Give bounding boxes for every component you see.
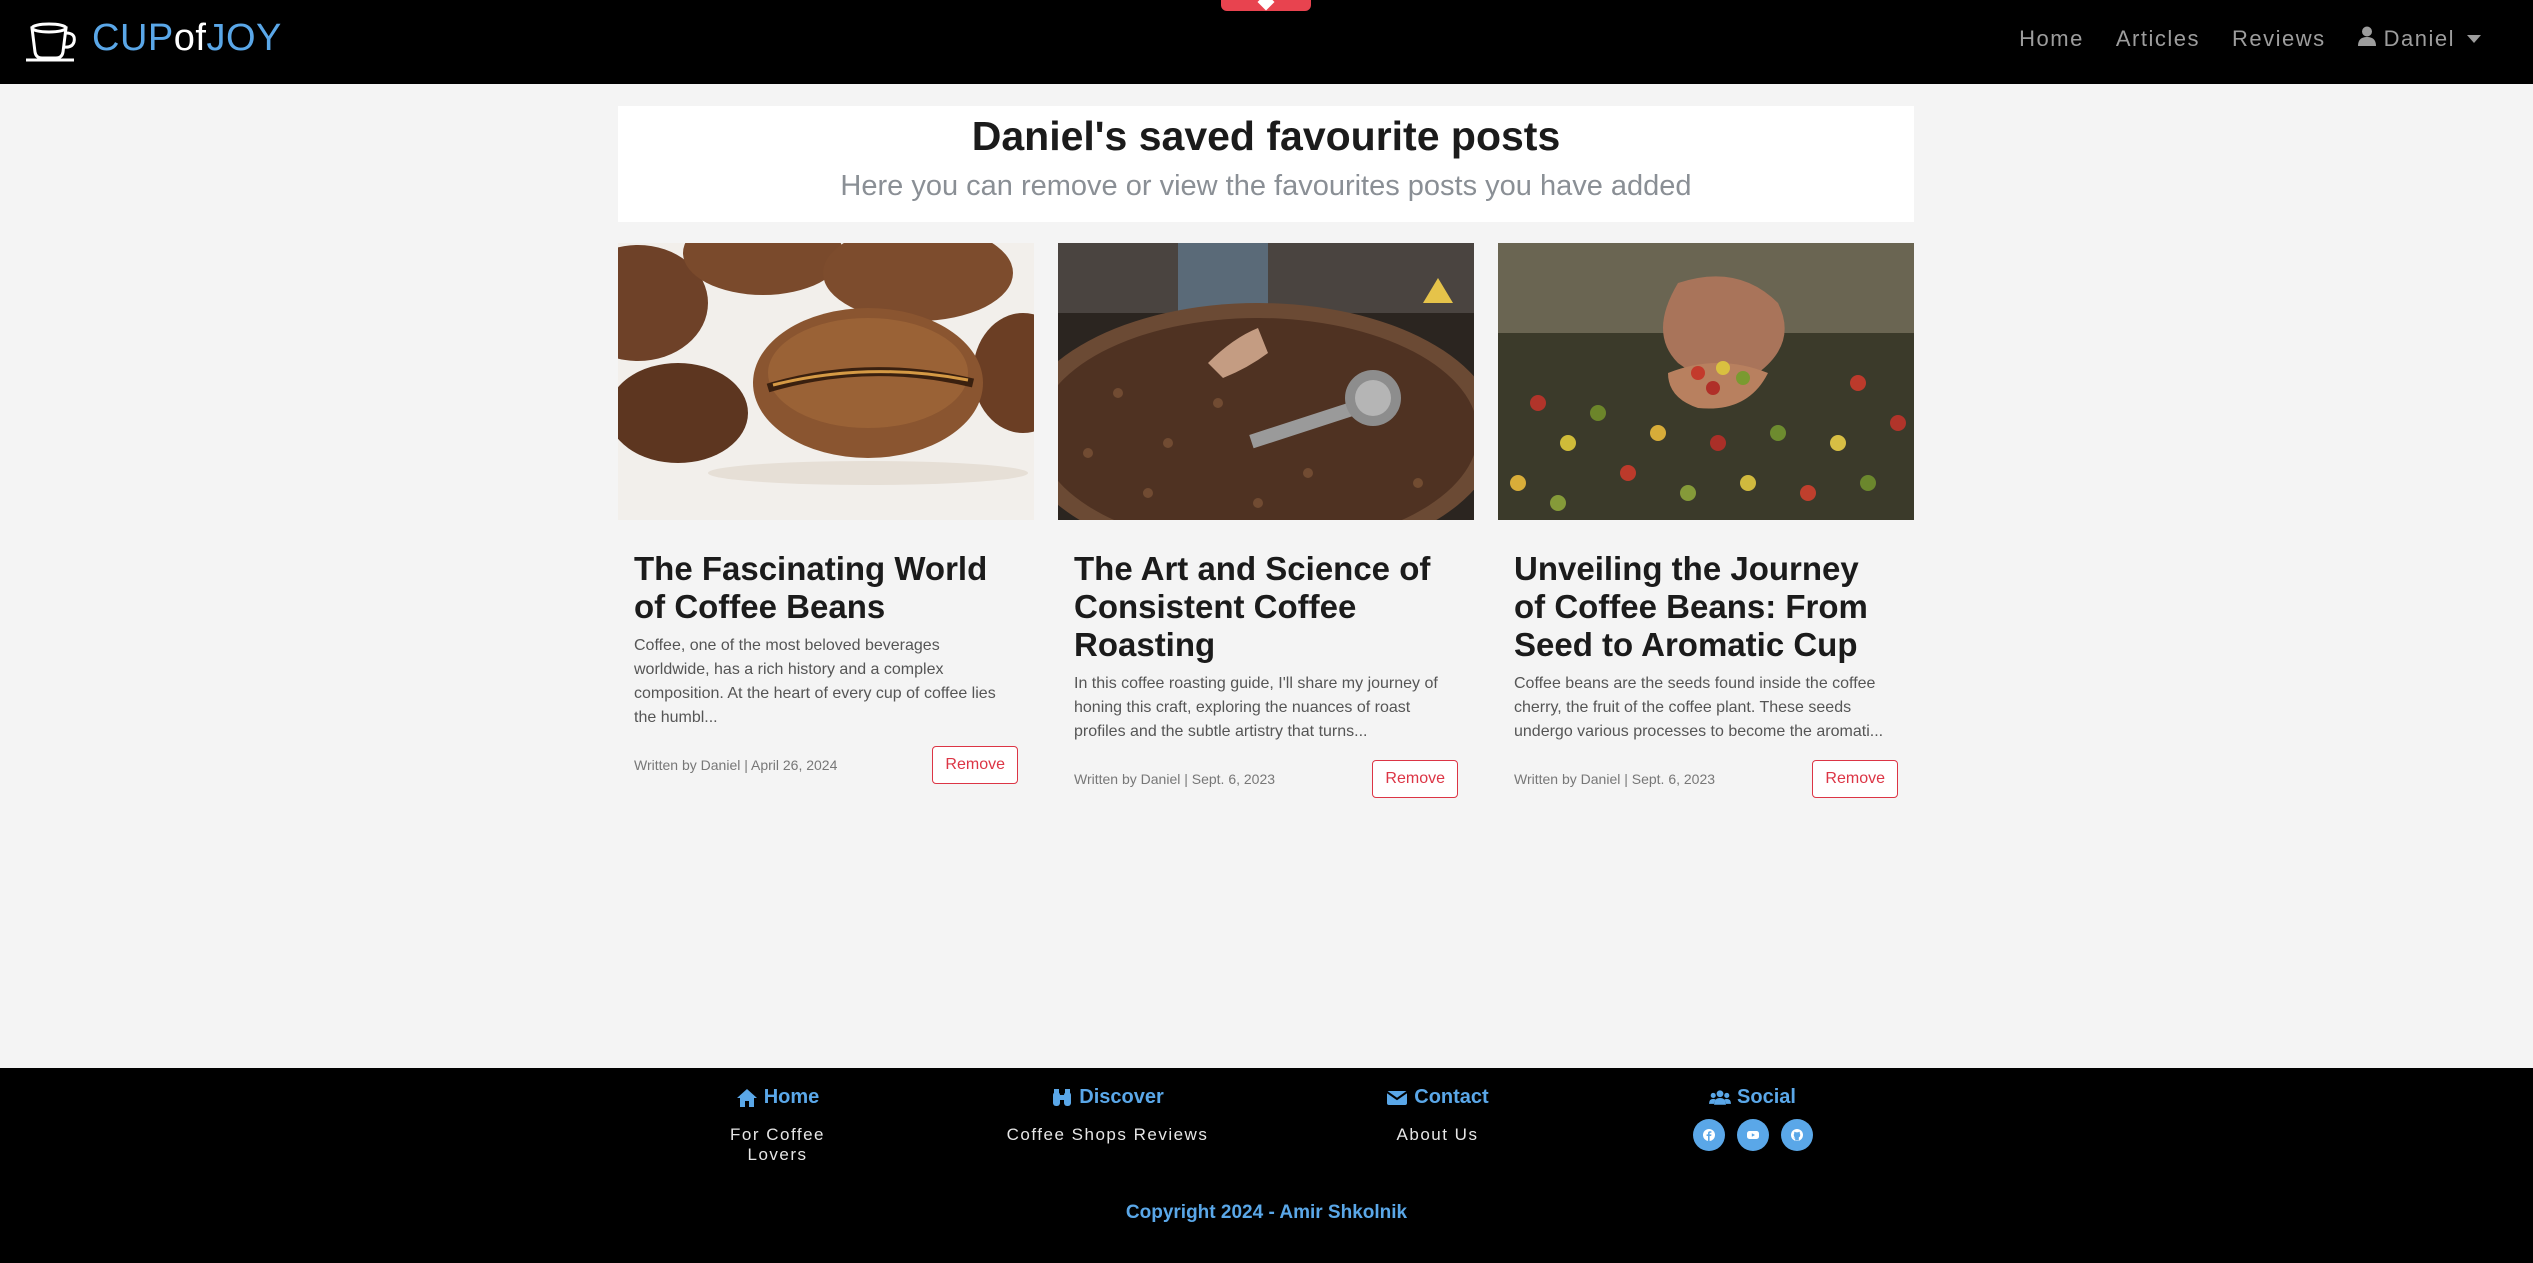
footer: Home For Coffee Lovers Discover Coffee S…	[0, 1068, 2533, 1263]
post-card: The Art and Science of Consistent Coffee…	[1058, 243, 1474, 803]
post-title[interactable]: The Art and Science of Consistent Coffee…	[1074, 550, 1458, 664]
page-header: Daniel's saved favourite posts Here you …	[618, 106, 1914, 222]
user-name: Daniel	[2383, 26, 2455, 51]
post-meta: Written by Daniel | Sept. 6, 2023	[1514, 771, 1716, 787]
post-excerpt: In this coffee roasting guide, I'll shar…	[1074, 675, 1438, 740]
footer-col-discover: Discover Coffee Shops Reviews	[1000, 1086, 1215, 1145]
card-body: The Fascinating World of Coffee Beans Co…	[618, 550, 1034, 784]
footer-discover-heading[interactable]: Discover	[1000, 1086, 1215, 1109]
brand-logo[interactable]: CUPofJOY	[22, 14, 282, 62]
footer-contact-heading[interactable]: Contact	[1380, 1086, 1495, 1109]
brand-of-text: of	[173, 17, 207, 59]
card-footer: Written by Daniel | Sept. 6, 2023 Remove	[1514, 760, 1898, 798]
footer-link-about-us[interactable]: About Us	[1380, 1125, 1495, 1145]
github-icon[interactable]	[1780, 1119, 1813, 1151]
user-icon	[2357, 26, 2376, 52]
home-icon	[736, 1088, 757, 1107]
post-excerpt: Coffee, one of the most beloved beverage…	[634, 637, 996, 726]
brand-joy-text: JOY	[206, 17, 282, 59]
copyright-text: Copyright 2024 - Amir Shkolnik	[1125, 1202, 1408, 1223]
post-image-coffee-beans[interactable]	[618, 243, 1034, 520]
remove-button[interactable]: Remove	[1812, 760, 1898, 798]
youtube-icon[interactable]	[1736, 1119, 1769, 1151]
nav-home[interactable]: Home	[2019, 26, 2084, 52]
brand-cup-text: CUP	[92, 17, 174, 59]
post-title[interactable]: The Fascinating World of Coffee Beans	[634, 550, 1018, 626]
nav-reviews[interactable]: Reviews	[2232, 26, 2326, 52]
remove-button[interactable]: Remove	[932, 746, 1018, 784]
footer-col-contact: Contact About Us	[1380, 1086, 1495, 1145]
navbar: CUPofJOY Home Articles Reviews Daniel	[0, 0, 2533, 84]
post-image-coffee-cherries[interactable]	[1498, 243, 1914, 520]
chevron-down-icon	[2467, 35, 2481, 43]
page-subtitle: Here you can remove or view the favourit…	[840, 170, 1692, 202]
post-image-coffee-roasting[interactable]	[1058, 243, 1474, 520]
footer-col-home: Home For Coffee Lovers	[700, 1086, 855, 1165]
remove-button[interactable]: Remove	[1372, 760, 1458, 798]
footer-link-coffee-shops-reviews[interactable]: Coffee Shops Reviews	[1000, 1125, 1215, 1145]
nav-links: Home Articles Reviews Daniel	[2019, 0, 2481, 78]
facebook-icon[interactable]	[1692, 1119, 1725, 1151]
social-links	[1690, 1119, 1815, 1151]
post-title[interactable]: Unveiling the Journey of Coffee Beans: F…	[1514, 550, 1898, 664]
post-card: Unveiling the Journey of Coffee Beans: F…	[1498, 243, 1914, 803]
card-body: Unveiling the Journey of Coffee Beans: F…	[1498, 550, 1914, 798]
card-footer: Written by Daniel | Sept. 6, 2023 Remove	[1074, 760, 1458, 798]
user-dropdown[interactable]: Daniel	[2357, 26, 2481, 52]
page-title: Daniel's saved favourite posts	[971, 113, 1561, 159]
footer-social-heading: Social	[1690, 1086, 1815, 1109]
footer-col-social: Social	[1690, 1086, 1815, 1151]
footer-home-label: Home	[763, 1086, 820, 1108]
card-body: The Art and Science of Consistent Coffee…	[1058, 550, 1474, 798]
post-excerpt: Coffee beans are the seeds found inside …	[1514, 675, 1884, 740]
brand-name: CUPofJOY	[92, 19, 282, 57]
post-card: The Fascinating World of Coffee Beans Co…	[618, 243, 1034, 803]
top-bookmark-tab[interactable]	[1221, 0, 1311, 11]
post-meta: Written by Daniel | Sept. 6, 2023	[1074, 771, 1276, 787]
binoculars-icon	[1053, 1088, 1072, 1106]
footer-social-label: Social	[1737, 1086, 1796, 1108]
footer-link-coffee-lovers[interactable]: For Coffee Lovers	[700, 1125, 855, 1165]
footer-contact-label: Contact	[1414, 1086, 1489, 1108]
footer-home-heading[interactable]: Home	[700, 1086, 855, 1109]
users-icon	[1709, 1089, 1732, 1105]
card-footer: Written by Daniel | April 26, 2024 Remov…	[634, 746, 1018, 784]
coffee-cup-icon	[26, 22, 76, 62]
envelope-icon	[1386, 1090, 1408, 1105]
post-meta: Written by Daniel | April 26, 2024	[634, 757, 838, 773]
nav-articles[interactable]: Articles	[2116, 26, 2200, 52]
footer-discover-label: Discover	[1079, 1086, 1164, 1108]
